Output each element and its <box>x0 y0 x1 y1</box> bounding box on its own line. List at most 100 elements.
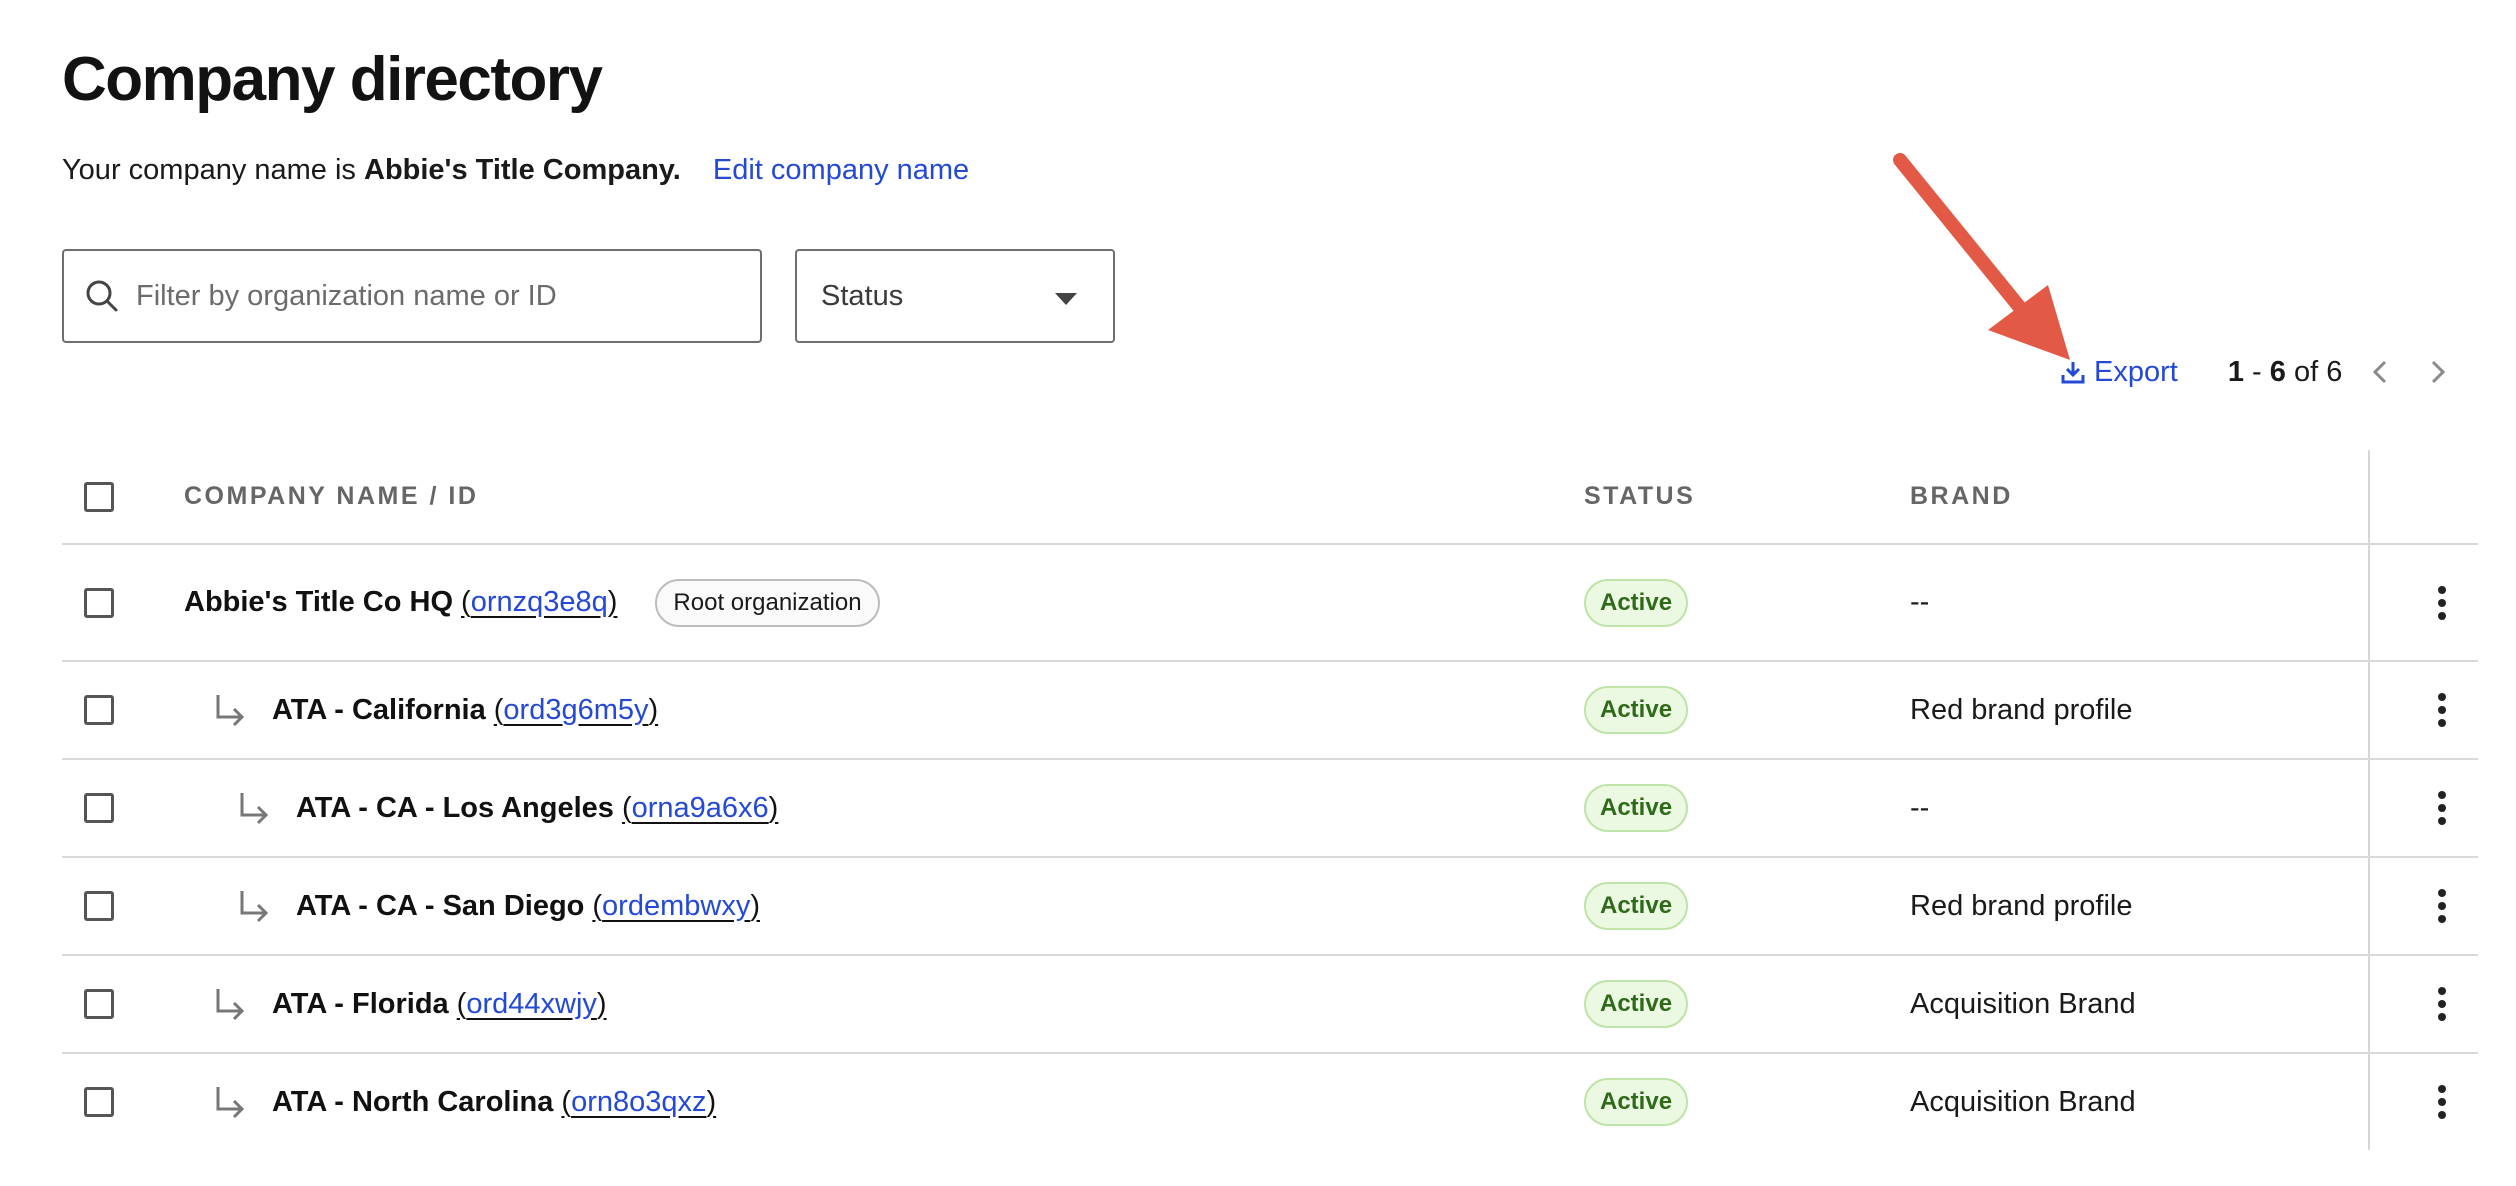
org-name: ATA - CA - Los Angeles <box>296 791 614 824</box>
pagination-summary: 1 - 6 of 6 <box>2228 356 2343 389</box>
more-vertical-icon <box>2438 889 2446 923</box>
child-arrow-icon <box>234 887 272 925</box>
edit-company-name-link[interactable]: Edit company name <box>713 154 969 186</box>
search-icon <box>84 278 120 314</box>
company-name-line: Your company name is Abbie's Title Compa… <box>62 154 969 187</box>
status-badge: Active <box>1584 686 1689 734</box>
company-name-cell: ATA - CA - Los Angeles (orna9a6x6) <box>234 789 778 827</box>
column-divider <box>2368 956 2370 1052</box>
status-badge: Active <box>1584 784 1689 832</box>
company-name-cell: ATA - Florida (ord44xwjy) <box>210 985 607 1023</box>
root-organization-badge: Root organization <box>655 578 880 627</box>
table-row: ATA - North Carolina (orn8o3qxz) Active … <box>62 1054 2478 1150</box>
status-badge: Active <box>1584 882 1689 930</box>
range-end: 6 <box>2269 355 2286 388</box>
company-name-cell: ATA - North Carolina (orn8o3qxz) <box>210 1083 716 1121</box>
search-field[interactable] <box>62 249 762 343</box>
column-divider <box>2368 545 2370 660</box>
brand-cell: -- <box>1910 791 1930 824</box>
status-badge: Active <box>1584 578 1689 627</box>
export-label: Export <box>2094 355 2178 388</box>
org-id-wrapper: (ord44xwjy) <box>456 987 607 1020</box>
row-checkbox[interactable] <box>84 1087 114 1117</box>
caret-down-icon <box>1055 280 1077 313</box>
column-divider <box>2368 1054 2370 1150</box>
chevron-left-icon <box>2373 360 2387 384</box>
range-total: of 6 <box>2293 355 2343 388</box>
row-actions-button[interactable] <box>2432 982 2452 1026</box>
table-header-row: COMPANY NAME / ID STATUS BRAND <box>62 450 2478 545</box>
column-header-brand[interactable]: BRAND <box>1910 482 2013 511</box>
company-name-prefix: Your company name is <box>62 154 356 186</box>
column-divider <box>2368 760 2370 856</box>
brand-cell: Red brand profile <box>1910 889 2133 922</box>
next-page-button[interactable] <box>2418 352 2458 392</box>
more-vertical-icon <box>2438 585 2446 620</box>
column-divider <box>2368 450 2370 543</box>
org-id-link[interactable]: ornzq3e8q <box>471 586 608 618</box>
org-name: ATA - CA - San Diego <box>296 889 585 922</box>
row-checkbox[interactable] <box>84 989 114 1019</box>
table-row: ATA - CA - Los Angeles (orna9a6x6) Activ… <box>62 760 2478 858</box>
column-header-name[interactable]: COMPANY NAME / ID <box>184 482 478 511</box>
org-id-link[interactable]: ord44xwjy <box>466 988 597 1020</box>
previous-page-button[interactable] <box>2360 352 2400 392</box>
download-icon <box>2061 362 2085 384</box>
row-checkbox[interactable] <box>84 891 114 921</box>
red-arrow-annotation <box>1893 153 2070 360</box>
company-name-cell: ATA - CA - San Diego (ordembwxy) <box>234 887 760 925</box>
select-all-checkbox[interactable] <box>84 481 114 512</box>
more-vertical-icon <box>2438 693 2446 727</box>
table-row: ATA - CA - San Diego (ordembwxy) Active … <box>62 858 2478 956</box>
org-name: ATA - Florida <box>272 987 449 1020</box>
child-arrow-icon <box>210 691 248 729</box>
range-start: 1 <box>2227 355 2244 388</box>
row-checkbox[interactable] <box>84 587 114 618</box>
row-actions-button[interactable] <box>2432 688 2452 732</box>
org-id-wrapper: (ornzq3e8q) <box>461 586 618 618</box>
column-header-status[interactable]: STATUS <box>1584 482 1695 511</box>
company-name-cell: Abbie's Title Co HQ (ornzq3e8q) Root org… <box>184 578 880 627</box>
more-vertical-icon <box>2438 1085 2446 1119</box>
org-id-link[interactable]: ord3g6m5y <box>503 694 648 726</box>
status-dropdown[interactable]: Status <box>795 249 1115 343</box>
company-table: COMPANY NAME / ID STATUS BRAND Abbie's T… <box>62 450 2478 1150</box>
org-id-wrapper: (orn8o3qxz) <box>561 1085 717 1118</box>
org-id-wrapper: (ord3g6m5y) <box>493 693 659 726</box>
table-row: ATA - California (ord3g6m5y) Active Red … <box>62 662 2478 760</box>
org-id-link[interactable]: orn8o3qxz <box>571 1086 706 1118</box>
org-id-wrapper: (orna9a6x6) <box>621 791 779 824</box>
org-name: ATA - North Carolina <box>272 1085 554 1118</box>
export-button[interactable]: Export <box>2060 356 2178 389</box>
status-dropdown-label: Status <box>821 279 904 312</box>
org-name: Abbie's Title Co HQ <box>184 586 454 618</box>
org-id-link[interactable]: orna9a6x6 <box>632 792 769 824</box>
chevron-right-icon <box>2432 360 2446 384</box>
org-id-wrapper: (ordembwxy) <box>592 889 760 922</box>
table-row: ATA - Florida (ord44xwjy) Active Acquisi… <box>62 956 2478 1054</box>
company-name: Abbie's Title Company. <box>364 154 681 186</box>
table-toolbar: Export 1 - 6 of 6 <box>2060 352 2458 392</box>
column-divider <box>2368 662 2370 758</box>
page-title: Company directory <box>62 45 603 114</box>
row-actions-button[interactable] <box>2432 786 2452 830</box>
row-checkbox[interactable] <box>84 793 114 823</box>
org-id-link[interactable]: ordembwxy <box>602 890 750 922</box>
search-input[interactable] <box>134 278 738 314</box>
status-badge: Active <box>1584 1078 1689 1126</box>
more-vertical-icon <box>2438 791 2446 825</box>
status-badge: Active <box>1584 980 1689 1028</box>
row-actions-button[interactable] <box>2432 1080 2452 1124</box>
brand-cell: -- <box>1910 586 1930 618</box>
row-actions-button[interactable] <box>2432 581 2452 625</box>
row-actions-button[interactable] <box>2432 884 2452 928</box>
brand-cell: Acquisition Brand <box>1910 987 2136 1020</box>
brand-cell: Red brand profile <box>1910 693 2133 726</box>
child-arrow-icon <box>210 1083 248 1121</box>
range-separator: - <box>2252 355 2262 388</box>
more-vertical-icon <box>2438 987 2446 1021</box>
child-arrow-icon <box>210 985 248 1023</box>
row-checkbox[interactable] <box>84 695 114 725</box>
org-name: ATA - California <box>272 693 486 726</box>
table-row: Abbie's Title Co HQ (ornzq3e8q) Root org… <box>62 545 2478 662</box>
